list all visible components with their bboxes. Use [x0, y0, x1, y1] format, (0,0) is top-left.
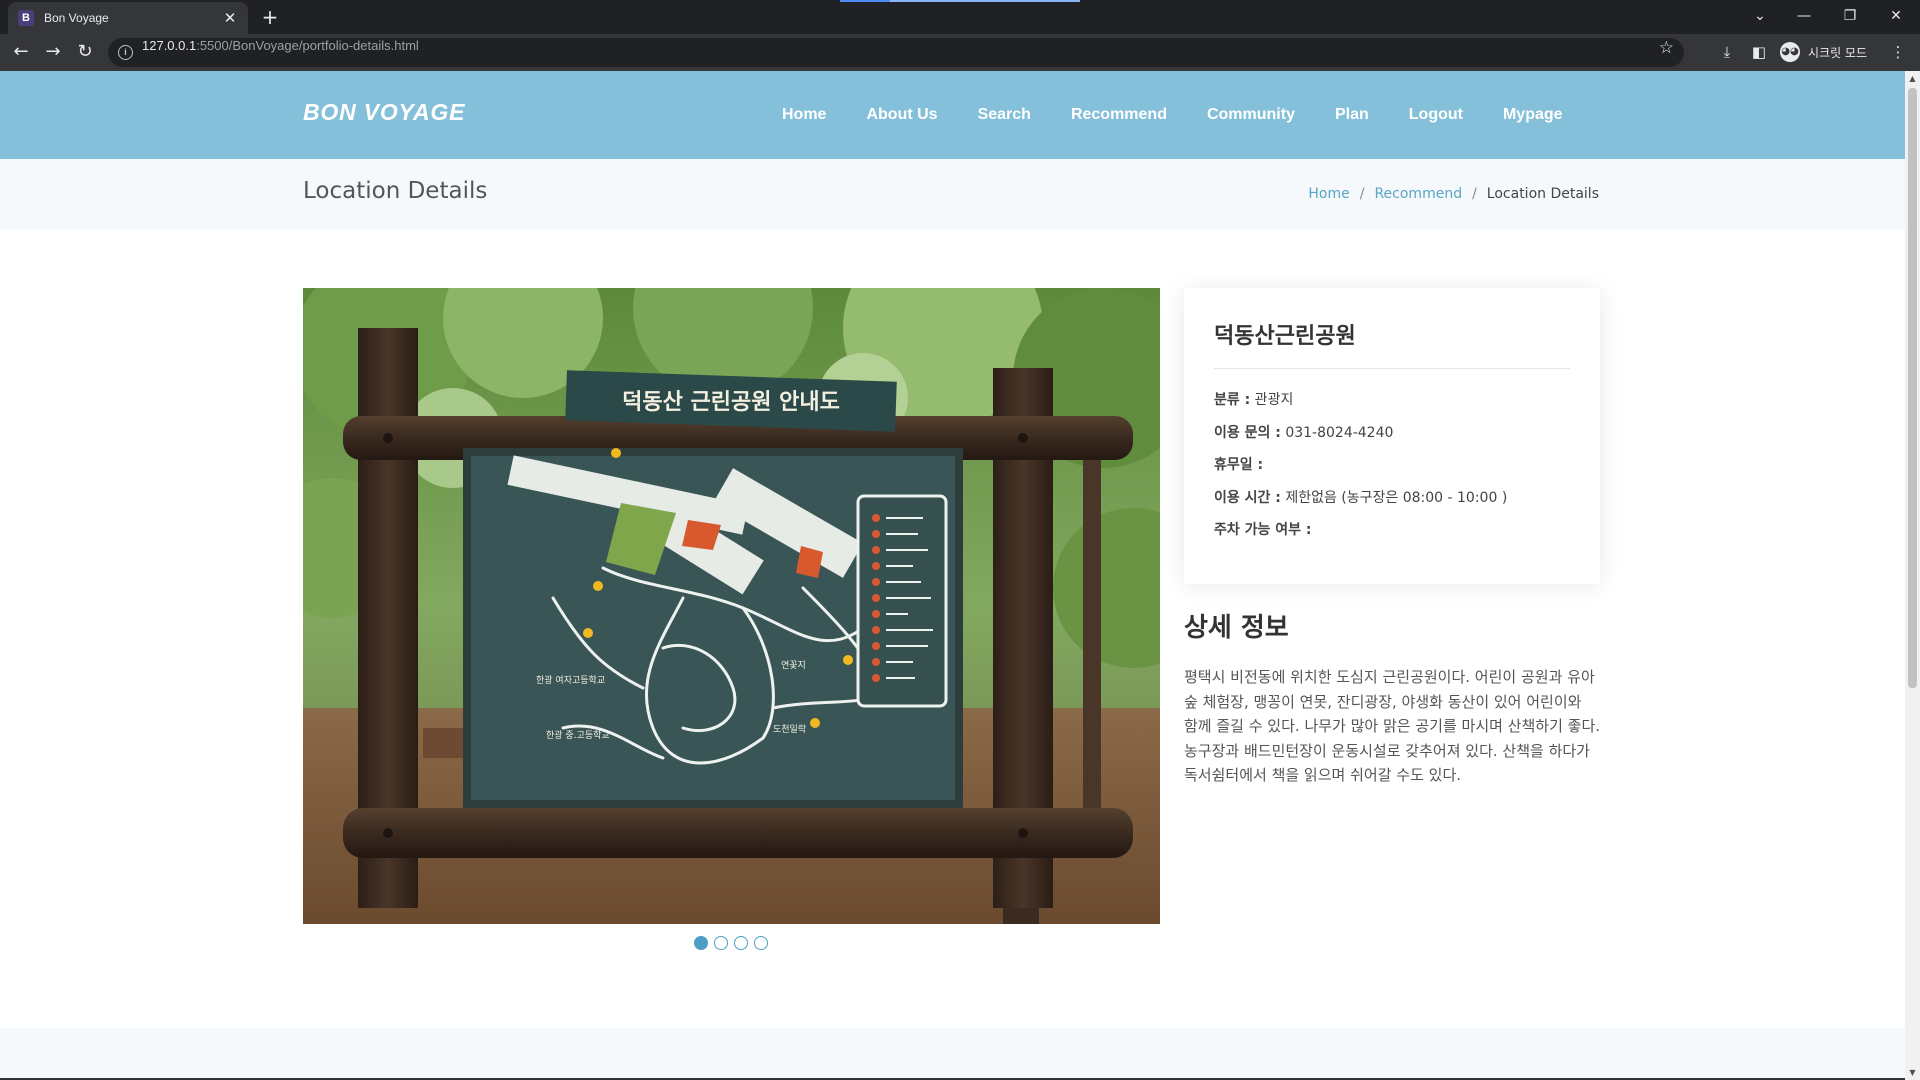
- nav-mypage[interactable]: Mypage: [1503, 106, 1563, 124]
- location-photo[interactable]: 덕동산 근린공원 안내도 한광 여자고등학교 한광 중.고등학교 도천일락 연꽃…: [303, 288, 1160, 924]
- menu-icon[interactable]: ⋮: [1884, 38, 1912, 66]
- tab-close-icon[interactable]: ✕: [222, 9, 238, 27]
- info-closed-days: 휴무일 :: [1214, 457, 1264, 473]
- new-tab-icon[interactable]: +: [258, 5, 282, 29]
- slider-pagination: [694, 936, 774, 950]
- slider-dot[interactable]: [694, 936, 708, 950]
- info-category: 분류 : 관광지: [1214, 392, 1294, 408]
- detail-title: 상세 정보: [1184, 613, 1289, 643]
- browser-tab-bar: B Bon Voyage ✕ + ⌄ — ❐ ✕: [0, 0, 1920, 34]
- breadcrumb: Home / Recommend / Location Details: [1308, 186, 1599, 202]
- address-bar[interactable]: i 127.0.0.1:5500/BonVoyage/portfolio-det…: [108, 38, 1684, 67]
- slider-dot[interactable]: [754, 936, 768, 950]
- favicon-icon: B: [18, 10, 34, 26]
- minimize-icon[interactable]: —: [1782, 2, 1826, 30]
- breadcrumb-recommend[interactable]: Recommend: [1374, 186, 1462, 202]
- nav-logout[interactable]: Logout: [1409, 106, 1463, 124]
- incognito-label: 시크릿 모드: [1808, 45, 1868, 60]
- tab-search-icon[interactable]: ⌄: [1738, 2, 1782, 30]
- window-close-icon[interactable]: ✕: [1874, 2, 1918, 30]
- browser-tab[interactable]: B Bon Voyage ✕: [8, 2, 248, 34]
- slider-dot[interactable]: [734, 936, 748, 950]
- tab-title: Bon Voyage: [44, 11, 109, 25]
- site-logo[interactable]: BON VOYAGE: [303, 99, 465, 126]
- page-viewport: BON VOYAGE Home About Us Search Recommen…: [0, 71, 1920, 1080]
- main-nav: Home About Us Search Recommend Community…: [762, 71, 1583, 159]
- browser-toolbar: ← → ↻ i 127.0.0.1:5500/BonVoyage/portfol…: [0, 34, 1920, 71]
- info-parking: 주차 가능 여부 :: [1214, 522, 1312, 538]
- map-label-school: 한광 중.고등학교: [546, 729, 610, 741]
- scrollbar-thumb[interactable]: [1908, 88, 1917, 688]
- scroll-down-icon[interactable]: ▼: [1905, 1065, 1920, 1080]
- nav-about-us[interactable]: About Us: [866, 106, 937, 124]
- side-panel-icon[interactable]: ◧: [1745, 38, 1773, 66]
- incognito-icon: ◕◕: [1780, 42, 1800, 62]
- page-title: Location Details: [303, 178, 488, 204]
- forward-icon[interactable]: →: [39, 38, 67, 66]
- location-info-card: 덕동산근린공원 분류 : 관광지 이용 문의 : 031-8024-4240 휴…: [1184, 288, 1600, 584]
- url-text[interactable]: 127.0.0.1:5500/BonVoyage/portfolio-detai…: [142, 38, 419, 53]
- info-list: 분류 : 관광지 이용 문의 : 031-8024-4240 휴무일 : 이용 …: [1214, 389, 1570, 552]
- info-icon[interactable]: i: [118, 45, 133, 60]
- footer-band: [0, 1028, 1905, 1080]
- breadcrumb-separator: /: [1359, 186, 1365, 202]
- map-label-girls-school: 한광 여자고등학교: [536, 674, 605, 686]
- site-header: BON VOYAGE Home About Us Search Recommen…: [0, 71, 1905, 159]
- back-icon[interactable]: ←: [7, 38, 35, 66]
- breadcrumb-current: Location Details: [1486, 186, 1599, 202]
- map-label-pond: 연꽃지: [781, 660, 806, 671]
- info-contact: 이용 문의 : 031-8024-4240: [1214, 424, 1394, 441]
- sign-title-text: 덕동산 근린공원 안내도: [622, 390, 840, 415]
- detail-description: 평택시 비전동에 위치한 도심지 근린공원이다. 어린이 공원과 유아 숲 체험…: [1184, 668, 1601, 784]
- info-hours: 이용 시간 : 제한없음 (농구장은 08:00 - 10:00 ): [1214, 489, 1508, 506]
- restore-icon[interactable]: ❐: [1828, 2, 1872, 30]
- nav-community[interactable]: Community: [1207, 106, 1295, 124]
- nav-home[interactable]: Home: [782, 106, 826, 124]
- map-label-dochun: 도천일락: [773, 723, 806, 735]
- download-icon[interactable]: ⤓: [1713, 38, 1741, 66]
- scroll-up-icon[interactable]: ▲: [1905, 71, 1920, 86]
- loading-bar: [840, 0, 1080, 2]
- nav-plan[interactable]: Plan: [1335, 106, 1369, 124]
- park-sign-illustration: 덕동산 근린공원 안내도 한광 여자고등학교 한광 중.고등학교 도천일락 연꽃…: [303, 288, 1160, 924]
- slider-dot[interactable]: [714, 936, 728, 950]
- nav-recommend[interactable]: Recommend: [1071, 106, 1167, 124]
- breadcrumb-separator: /: [1472, 186, 1477, 202]
- breadcrumb-home[interactable]: Home: [1308, 186, 1349, 202]
- breadcrumb-bar: Location Details Home / Recommend / Loca…: [0, 159, 1905, 229]
- location-name: 덕동산근린공원: [1214, 318, 1570, 369]
- star-icon[interactable]: ☆: [1659, 38, 1674, 58]
- incognito-indicator[interactable]: ◕◕ 시크릿 모드: [1776, 39, 1877, 65]
- reload-icon[interactable]: ↻: [71, 38, 99, 66]
- nav-search[interactable]: Search: [978, 106, 1031, 124]
- page-scrollbar[interactable]: ▲ ▼: [1905, 71, 1920, 1080]
